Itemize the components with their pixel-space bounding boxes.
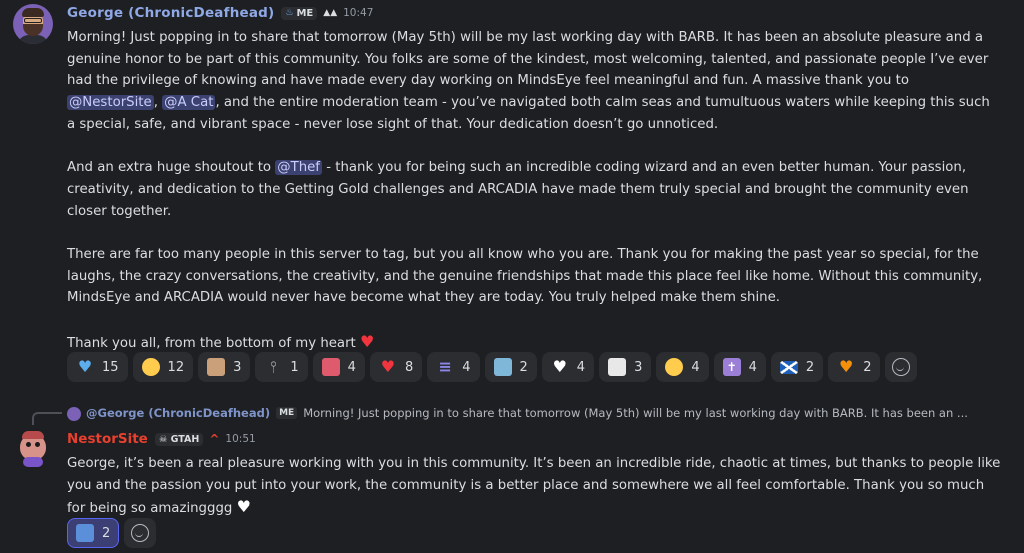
orange-heart-icon: ♥ xyxy=(839,357,854,376)
user-mention[interactable]: @Thef xyxy=(275,160,322,176)
white-heart-icon: ♥ xyxy=(236,497,251,517)
blue-heart-icon: ♥ xyxy=(77,357,93,376)
white-heart-icon: ♥ xyxy=(552,357,567,376)
pleading-face-icon xyxy=(665,358,684,376)
reaction-hug-emote[interactable]: 2 xyxy=(67,518,120,548)
badge-label: ME xyxy=(296,7,314,19)
reaction-count: 2 xyxy=(102,525,111,541)
message-header: NestorSite ☠ GTAH ^ 10:51 xyxy=(67,430,256,448)
message-paragraph: There are far too many people in this se… xyxy=(67,244,1002,309)
server-tag-badge[interactable]: ♨ ME xyxy=(281,6,318,20)
message-george: George (ChronicDeafhead) ♨ ME ▲▲ 10:47 Mo… xyxy=(0,0,1024,398)
latin-cross-icon: ✝ xyxy=(722,358,741,376)
crying-face-icon xyxy=(141,358,160,376)
reaction-count: 4 xyxy=(462,359,471,375)
red-heart-icon: ♥ xyxy=(380,357,396,376)
reaction-count: 2 xyxy=(805,359,815,375)
skull-icon: ☠ xyxy=(158,433,171,445)
reaction-count: 2 xyxy=(519,359,528,375)
goat-icon xyxy=(608,358,627,376)
reaction-red-heart[interactable]: ♥ 8 xyxy=(369,352,423,382)
username-nestorsite[interactable]: NestorSite xyxy=(67,431,148,447)
reaction-orange-heart[interactable]: ♥ 2 xyxy=(828,352,881,382)
message-paragraph: Thank you all, from the bottom of my hea… xyxy=(67,331,1002,355)
message-content: Morning! Just popping in to share that t… xyxy=(67,27,1002,355)
reaction-goat[interactable]: 3 xyxy=(599,352,652,382)
reaction-bar: 2 xyxy=(67,518,157,548)
user-mention[interactable]: @NestorSite xyxy=(67,95,154,111)
message-text: George, it’s been a real pleasure workin… xyxy=(67,456,1001,517)
boost-icon: ▲▲ xyxy=(323,8,338,18)
username-george[interactable]: George (ChronicDeafhead) xyxy=(67,5,274,21)
message-text: Thank you all, from the bottom of my hea… xyxy=(67,335,360,351)
user-mention[interactable]: @A Cat xyxy=(162,95,216,111)
reaction-white-heart[interactable]: ♥ 4 xyxy=(541,352,595,382)
smiley-icon xyxy=(131,524,150,542)
reaction-count: 3 xyxy=(634,359,643,375)
reaction-pleading-face[interactable]: 4 xyxy=(656,352,709,382)
hug-emote-icon xyxy=(76,524,94,542)
reaction-latin-cross[interactable]: ✝ 4 xyxy=(713,352,766,382)
reaction-owl[interactable]: 3 xyxy=(198,352,251,382)
message-nestorsite: @George (ChronicDeafhead) ME Morning! Ju… xyxy=(0,398,1024,553)
flame-icon: ♨ xyxy=(285,8,294,18)
reply-avatar xyxy=(67,407,81,421)
reaction-scotland-flag[interactable]: 2 xyxy=(770,352,824,382)
moderator-chevron-icon: ^ xyxy=(209,432,220,446)
lines-emote-icon: ≡ xyxy=(438,357,452,376)
message-content: George, it’s been a real pleasure workin… xyxy=(67,453,1002,520)
reaction-count: 2 xyxy=(863,359,872,375)
reaction-count: 8 xyxy=(404,359,414,375)
reaction-bar: ♥ 15 12 3 ⫯ 1 4 ♥ 8 ≡ 4 2 ♥ 4 3 4 ✝ 4 2 ♥ 2 xyxy=(67,352,918,382)
reply-connector xyxy=(32,412,62,425)
message-text: And an extra huge shoutout to xyxy=(67,160,276,176)
reaction-count: 4 xyxy=(691,359,700,375)
tag-label: GTAH xyxy=(170,433,200,445)
message-text: , xyxy=(153,95,163,111)
avatar-george[interactable] xyxy=(13,4,53,44)
message-paragraph: Morning! Just popping in to share that t… xyxy=(67,27,1002,136)
reaction-count: 3 xyxy=(233,359,242,375)
reaction-blue-heart[interactable]: ♥ 15 xyxy=(67,352,128,382)
timestamp[interactable]: 10:47 xyxy=(343,7,373,19)
reaction-count: 4 xyxy=(347,359,356,375)
smiley-icon xyxy=(892,358,911,376)
reaction-crying-face[interactable]: 12 xyxy=(132,352,194,382)
owl-icon xyxy=(207,358,226,376)
server-tag-badge[interactable]: ☠ GTAH xyxy=(154,432,204,446)
reaction-count: 4 xyxy=(748,359,757,375)
cat-emote-icon xyxy=(321,358,340,376)
message-text: Morning! Just popping in to share that t… xyxy=(67,30,989,89)
reaction-lines-emote[interactable]: ≡ 4 xyxy=(427,352,480,382)
message-paragraph: And an extra huge shoutout to @Thef - th… xyxy=(67,157,1002,222)
message-text: There are far too many people in this se… xyxy=(67,247,983,306)
avatar-nestorsite[interactable] xyxy=(13,429,53,469)
reaction-count: 12 xyxy=(167,359,185,375)
scotland-flag-icon xyxy=(779,358,798,376)
reaction-count: 1 xyxy=(290,359,299,375)
add-reaction-button[interactable] xyxy=(885,352,918,382)
reaction-cat-emote[interactable]: 4 xyxy=(312,352,365,382)
reaction-microphone[interactable]: ⫯ 1 xyxy=(255,352,308,382)
red-heart-icon: ♥ xyxy=(360,331,375,351)
reply-username[interactable]: @George (ChronicDeafhead) xyxy=(86,406,270,420)
reply-preview[interactable]: Morning! Just popping in to share that t… xyxy=(303,406,983,420)
message-header: George (ChronicDeafhead) ♨ ME ▲▲ 10:47 xyxy=(67,4,373,22)
add-reaction-button[interactable] xyxy=(124,518,157,548)
reaction-count: 15 xyxy=(102,359,119,375)
timestamp[interactable]: 10:51 xyxy=(225,433,255,445)
reaction-blob-emote[interactable]: 2 xyxy=(484,352,537,382)
reaction-count: 4 xyxy=(576,359,586,375)
reply-badge: ME xyxy=(276,407,298,419)
blob-emote-icon xyxy=(493,358,512,376)
microphone-icon: ⫯ xyxy=(269,357,277,376)
reply-reference[interactable]: @George (ChronicDeafhead) ME Morning! Ju… xyxy=(86,406,983,420)
